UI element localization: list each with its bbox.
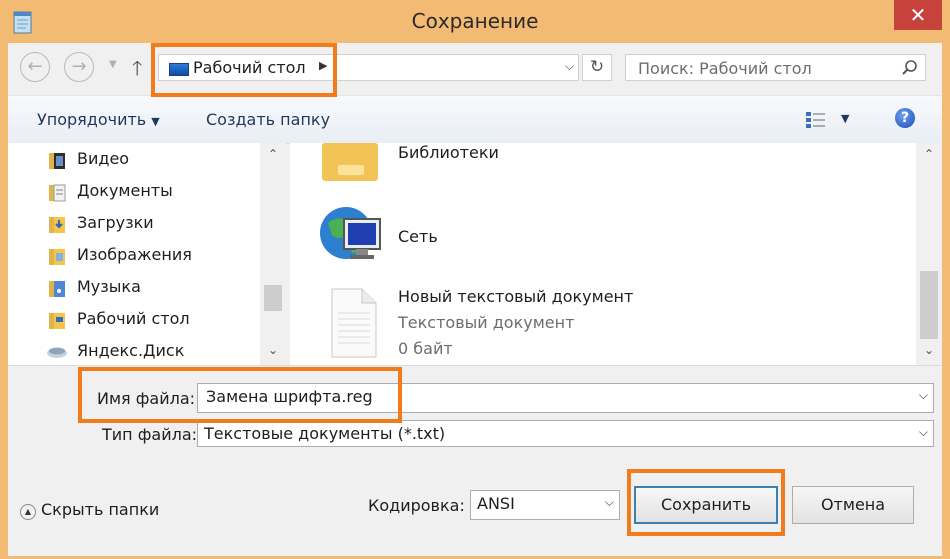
back-button[interactable]: ← xyxy=(20,52,50,82)
title-bar: Сохранение ✕ xyxy=(0,0,950,43)
collapse-arrow-icon: ▲ xyxy=(20,504,36,520)
file-name: Новый текстовый документ xyxy=(398,287,634,306)
video-folder-icon xyxy=(49,153,65,169)
scroll-up-icon[interactable]: ⌃ xyxy=(920,147,938,161)
navigation-bar: ← → ▼ 🡑 Рабочий стол ▶ ⌵ ↻ xyxy=(8,43,942,95)
window-title: Сохранение xyxy=(411,9,539,33)
sidebar-item-label: Музыка xyxy=(77,277,141,296)
dropdown-caret-icon: ▼ xyxy=(151,115,160,128)
forward-button[interactable]: → xyxy=(64,52,94,82)
scroll-thumb[interactable] xyxy=(264,285,282,311)
scroll-thumb[interactable] xyxy=(920,271,938,339)
back-arrow-icon: ← xyxy=(27,56,43,77)
search-input[interactable] xyxy=(636,58,890,79)
sidebar-item-label: Изображения xyxy=(77,245,192,264)
close-button[interactable]: ✕ xyxy=(894,0,942,30)
documents-folder-icon xyxy=(49,184,66,202)
view-options-icon[interactable] xyxy=(805,110,827,130)
cancel-button[interactable]: Отмена xyxy=(792,486,914,524)
chevron-down-icon[interactable]: ⌵ xyxy=(605,495,614,510)
file-list-scrollbar[interactable]: ⌃ ⌄ xyxy=(916,143,942,365)
file-size: 0 байт xyxy=(398,339,453,358)
hide-folders-toggle[interactable]: ▲ Скрыть папки xyxy=(20,500,159,520)
text-document-icon xyxy=(331,288,377,358)
sidebar-item-label: Документы xyxy=(77,181,173,200)
music-folder-icon xyxy=(49,281,65,297)
address-dropdown-icon[interactable]: ⌵ xyxy=(565,59,574,74)
refresh-icon: ↻ xyxy=(589,57,605,77)
search-icon[interactable] xyxy=(901,59,919,77)
navigation-pane: Видео Документы Загрузки Изображения Муз… xyxy=(8,143,286,365)
help-button[interactable]: ? xyxy=(895,108,915,128)
scroll-down-icon[interactable]: ⌄ xyxy=(264,343,282,357)
desktop-folder-icon xyxy=(49,313,65,329)
libraries-icon xyxy=(322,143,378,181)
file-list: Библиотеки Сеть Новый текстовый документ… xyxy=(290,143,934,365)
filetype-label: Тип файла: xyxy=(102,425,198,444)
save-dialog: Сохранение ✕ ← → ▼ 🡑 Рабочий стол ▶ ⌵ ↻ xyxy=(0,0,950,559)
recent-locations-chevron-icon[interactable]: ▼ xyxy=(109,59,117,70)
hide-folders-label: Скрыть папки xyxy=(41,500,160,519)
chevron-down-icon[interactable]: ⌵ xyxy=(919,425,928,440)
filename-highlight xyxy=(78,367,402,423)
dialog-body: ← → ▼ 🡑 Рабочий стол ▶ ⌵ ↻ Упорядочить ▼ … xyxy=(8,43,942,556)
organize-label: Упорядочить xyxy=(37,110,147,129)
sidebar-item-label: Загрузки xyxy=(77,213,154,232)
view-dropdown-icon[interactable]: ▼ xyxy=(841,112,849,125)
up-arrow-icon[interactable]: 🡑 xyxy=(132,54,142,88)
organize-menu-button[interactable]: Упорядочить ▼ xyxy=(37,110,160,129)
yandex-disk-icon xyxy=(47,347,67,358)
forward-arrow-icon: → xyxy=(71,56,87,77)
downloads-folder-icon xyxy=(49,217,65,233)
filetype-value: Текстовые документы (*.txt) xyxy=(204,424,446,443)
address-highlight xyxy=(151,43,337,97)
chevron-down-icon[interactable]: ⌵ xyxy=(919,388,928,403)
sidebar-item-label: Рабочий стол xyxy=(77,309,190,328)
sidebar-item-label: Яндекс.Диск xyxy=(77,341,185,360)
search-box[interactable] xyxy=(625,54,926,81)
network-icon xyxy=(320,207,381,259)
sidebar-item-label: Видео xyxy=(77,149,130,168)
scroll-down-icon[interactable]: ⌄ xyxy=(920,343,938,357)
file-type: Текстовый документ xyxy=(398,313,575,332)
encoding-value: ANSI xyxy=(477,494,515,513)
encoding-select[interactable]: ANSI ⌵ xyxy=(470,490,620,520)
file-name: Сеть xyxy=(398,227,438,246)
pictures-folder-icon xyxy=(49,249,65,265)
save-button-highlight xyxy=(627,469,785,536)
filetype-select[interactable]: Текстовые документы (*.txt) ⌵ xyxy=(197,420,934,447)
refresh-button[interactable]: ↻ xyxy=(582,54,612,81)
command-toolbar: Упорядочить ▼ Создать папку ▼ ? xyxy=(8,95,942,144)
new-folder-button[interactable]: Создать папку xyxy=(206,110,330,129)
encoding-label: Кодировка: xyxy=(368,496,465,515)
scroll-up-icon[interactable]: ⌃ xyxy=(264,147,282,161)
navigation-scrollbar[interactable]: ⌃ ⌄ xyxy=(260,143,286,365)
file-name: Библиотеки xyxy=(398,143,499,162)
